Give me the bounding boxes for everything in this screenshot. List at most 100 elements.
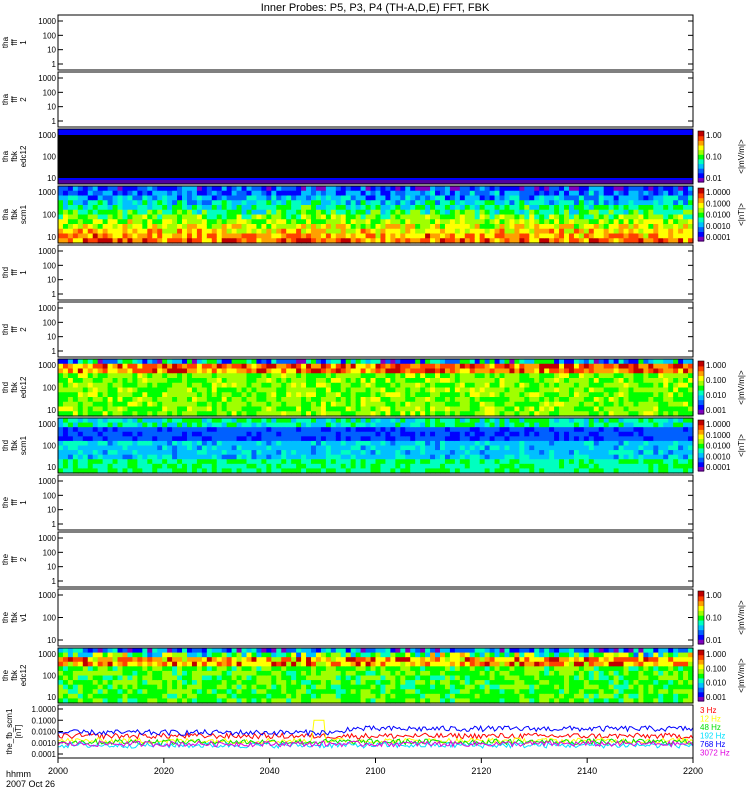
panel-the_fbk_edc12: 1000 100 10 the fbk edc12 1.000 0.100 0.010 0.001… [1, 647, 746, 704]
plot-title: Inner Probes: P5, P3, P4 (TH-A,D,E) FFT,… [261, 2, 490, 14]
colorbar-segment [698, 221, 704, 228]
ytick-label: 100 [43, 261, 57, 270]
colorbar-segment [698, 144, 704, 151]
colorbar-segment [698, 231, 704, 237]
ytick-label: 100 [43, 31, 57, 40]
time-axis-row1-label: hhmm [6, 769, 31, 779]
colorbar-segment [698, 600, 704, 607]
colorbar-segment [698, 677, 704, 684]
series-line-768-Hz [57, 724, 694, 737]
colorbar-segment [698, 172, 704, 178]
ytick-label: 1 [52, 577, 57, 586]
panel-tha_fbk_edc12-colorbar: 1.00 0.10 0.01 <|mV/m|> [697, 130, 746, 183]
colorbar-segment [698, 619, 704, 626]
colorbar-tick-label: 0.0001 [706, 463, 731, 472]
xtick-label: 2000 [48, 766, 68, 776]
colorbar-segment [698, 389, 704, 396]
ylabel-line: fff [10, 326, 19, 333]
ylabel-line: fbk [10, 669, 19, 681]
ytick-label: 10 [47, 174, 56, 183]
colorbar-segment [698, 192, 704, 199]
ylabel-line: fff [10, 269, 19, 276]
fft-summary-plot: Inner Probes: P5, P3, P4 (TH-A,D,E) FFT,… [1, 2, 746, 789]
ytick-label: 100 [43, 211, 57, 220]
colorbar-unit: <|mV/m|> [737, 370, 746, 405]
ylabel-line: 2 [19, 327, 28, 332]
ylabel-line: scm1 [19, 435, 28, 455]
ylabel-line: edc12 [19, 145, 28, 167]
colorbar-segment [698, 457, 704, 463]
panel-tha_fbk_edc12-ylabel: tha fbk edc12 [1, 145, 28, 167]
colorbar-unit: <|mV/m|> [737, 139, 746, 174]
panel-thd_fbk_edc12-colorbar: 1.000 0.100 0.010 0.001 <|mV/m|> [697, 360, 746, 415]
colorbar-segment [698, 202, 704, 208]
ylabel-line: the_fb_scm1 [5, 708, 14, 754]
ytick-label: 1 [52, 347, 57, 356]
time-axis-row2-label: 2007 Oct 26 [6, 779, 55, 789]
panel-stack: 1000100101tha fff 11000100101tha fff 2100010… [1, 14, 746, 759]
ylabel-line: the [1, 669, 10, 681]
colorbar-tick-label: 0.0010 [706, 452, 731, 461]
colorbar-tick-label: 0.0001 [706, 233, 731, 242]
ylabel-line: thd [1, 440, 10, 451]
ytick-label: 1000 [38, 477, 56, 486]
colorbar-segment [698, 595, 704, 602]
ytick-label: 10 [47, 693, 56, 702]
ytick-label: 1000 [38, 17, 56, 26]
ylabel-line: edc12 [19, 376, 28, 398]
colorbar-segment [698, 207, 704, 213]
colorbar-segment [698, 663, 704, 670]
colorbar-segment [698, 380, 704, 386]
colorbar-segment [698, 668, 704, 674]
panel-thd_fbk_scm1-ylabel: thd fbk scm1 [1, 435, 28, 455]
ylabel-line: tha [1, 150, 10, 162]
colorbar-tick-label: 1.00 [706, 131, 722, 140]
legend-entry: 3072 Hz [700, 749, 730, 758]
colorbar-tick-label: 0.10 [706, 614, 722, 623]
ytick-label: 1000 [38, 591, 56, 600]
colorbar-tick-label: 0.010 [706, 679, 727, 688]
panel-the_fff_1-yticks: 1000 100 10 1 [38, 477, 693, 529]
panel-the_fbk_v1-ylabel: the fbk v1 [1, 611, 28, 623]
ytick-label: 1000 [38, 188, 56, 197]
ylabel-line: fff [10, 499, 19, 506]
ytick-label: 10 [47, 333, 56, 342]
colorbar-segment [698, 375, 704, 381]
colorbar-segment [698, 605, 704, 611]
colorbar-tick-label: 0.0010 [706, 222, 731, 231]
ylabel-line: scm1 [19, 204, 28, 224]
ylabel-line: 2 [19, 557, 28, 562]
panel-thd_fbk_scm1-colorbar: 1.0000 0.1000 0.01000.0010 0.0001 <|nT|> [697, 419, 746, 472]
ytick-label: 10 [47, 463, 56, 472]
panel-thd_fff_1-ylabel: thd fff 1 [1, 267, 28, 278]
ytick-label: 1 [52, 60, 57, 69]
panel-the_fb_scm1-ylabel: the_fb_scm1 [nT] [5, 708, 23, 754]
ytick-label: 1 [52, 117, 57, 126]
colorbar-tick-label: 0.001 [706, 693, 727, 702]
time-axis: hhmm 2007 Oct 26 2000 2020 2040 2100 2120 214… [6, 758, 703, 789]
colorbar-tick-label: 1.0000 [706, 188, 731, 197]
ylabel-line: fbk [10, 150, 19, 162]
colorbar-segment [698, 659, 704, 665]
panel-thd_fff_1: 1000100101thd fff 1 [1, 244, 694, 301]
colorbar-segment [698, 135, 704, 141]
ylabel-line: v1 [19, 613, 28, 622]
ytick-label: 1000 [38, 304, 56, 313]
colorbar-unit: <|nT|> [737, 434, 746, 457]
ylabel-line: 1 [19, 40, 28, 45]
ylabel-line: the [1, 611, 10, 623]
ytick-label: 100 [43, 318, 57, 327]
colorbar-segment [698, 682, 704, 688]
ytick-label: 10 [47, 276, 56, 285]
xtick-label: 2040 [260, 766, 280, 776]
panel-the_fbk_v1: 1000 100 10 the fbk v1 1.00 0.10 0.01 <|mV/m|> [1, 588, 746, 647]
ylabel-line: thd [1, 382, 10, 393]
xtick-label: 2100 [365, 766, 385, 776]
ytick-label: 100 [43, 153, 57, 162]
ylabel-line: fff [10, 96, 19, 103]
panel-thd_fbk_edc12-ylabel: thd fbk edc12 [1, 376, 28, 398]
panel-the_fbk_edc12-ylabel: the fbk edc12 [1, 664, 28, 686]
ylabel-line: tha [1, 36, 10, 48]
panel-frame [57, 301, 694, 358]
ytick-label: 1000 [38, 650, 56, 659]
